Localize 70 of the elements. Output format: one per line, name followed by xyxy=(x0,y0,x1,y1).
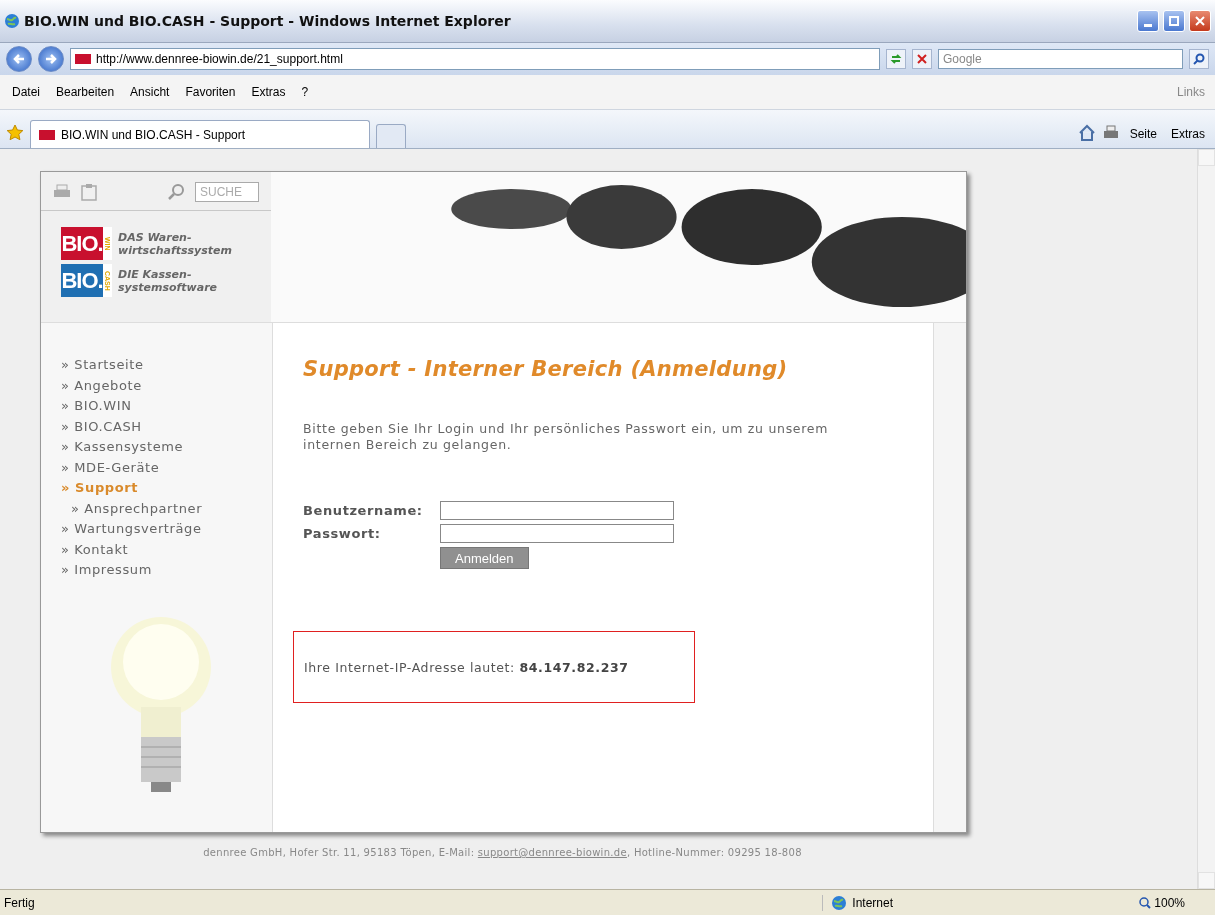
printer-icon[interactable] xyxy=(53,184,71,200)
browser-tab[interactable]: BIO.WIN und BIO.CASH - Support xyxy=(30,120,370,148)
search-button[interactable] xyxy=(1189,49,1209,69)
window-title: BIO.WIN und BIO.CASH - Support - Windows Internet Explorer xyxy=(24,13,512,29)
field-label: Passwort: xyxy=(303,526,382,541)
nav-link[interactable]: » Impressum xyxy=(61,560,272,581)
clipboard-icon[interactable] xyxy=(81,183,97,201)
input-field[interactable] xyxy=(440,524,674,543)
ip-address-text: Ihre Internet-IP-Adresse lautet: 84.147.82.237 xyxy=(304,659,629,675)
maximize-button[interactable] xyxy=(1163,10,1185,32)
nav-link[interactable]: » Startseite xyxy=(61,355,272,376)
address-field[interactable]: http://www.dennree-biowin.de/21_support.html xyxy=(70,48,880,70)
menu-item[interactable]: Bearbeiten xyxy=(48,83,123,101)
nav-link[interactable]: » Angebote xyxy=(61,375,272,396)
menu-item[interactable]: Favoriten xyxy=(177,83,244,101)
nav-link[interactable]: » Kassensysteme xyxy=(61,437,272,458)
globe-icon xyxy=(831,894,848,911)
zoom-button[interactable]: 100% xyxy=(1131,895,1215,910)
minimize-button[interactable] xyxy=(1137,10,1159,32)
nav-link[interactable]: » Ansprechpartner xyxy=(61,498,272,519)
stop-button[interactable] xyxy=(912,49,932,69)
email-link[interactable]: support@dennree-biowin.de xyxy=(477,847,627,858)
menu-item[interactable]: Ansicht xyxy=(122,83,178,101)
menu-item[interactable]: Extras xyxy=(243,83,294,101)
site-icon xyxy=(75,54,91,64)
logo-tagline: DAS Waren- xyxy=(118,230,193,244)
menu-item[interactable]: Datei xyxy=(4,83,48,101)
input-field[interactable] xyxy=(440,501,674,520)
intro-text: Bitte geben Sie Ihr Login und Ihr persönliches Passwort ein, um zu unserem internen Bereich zu gelangen. xyxy=(303,421,830,453)
links-label[interactable]: Links xyxy=(1177,85,1211,99)
nav-link[interactable]: » MDE-Geräte xyxy=(61,457,272,478)
refresh-button[interactable] xyxy=(886,49,906,69)
stop-icon xyxy=(917,54,927,64)
command-button[interactable]: Extras xyxy=(1167,120,1209,148)
search-field[interactable]: SUCHE xyxy=(195,182,259,202)
login-button[interactable]: Anmelden xyxy=(440,547,529,569)
minimize-icon xyxy=(1144,23,1152,27)
field-label: Benutzername: xyxy=(303,503,424,518)
page-heading: Support - Interner Bereich (Anmeldung) xyxy=(303,357,789,381)
logo-tagline: wirtschaftssystem xyxy=(118,243,232,257)
favorites-star-icon[interactable] xyxy=(6,124,24,142)
forward-arrow-icon xyxy=(44,52,58,66)
refresh-arrows-icon xyxy=(890,53,902,65)
search-field[interactable]: Google xyxy=(938,49,1183,69)
site-icon xyxy=(39,129,55,140)
zoom-icon xyxy=(1139,896,1152,909)
status-text: Fertig xyxy=(3,895,36,910)
nav-link[interactable]: » Wartungsverträge xyxy=(61,519,272,540)
logo-tagline: DIE Kassen- xyxy=(118,267,193,281)
browser-logo-icon xyxy=(4,13,20,29)
logo-tagline: systemsoftware xyxy=(118,280,218,294)
brand-logo: BIO. xyxy=(61,264,103,297)
footer-text: dennree GmbH, Hofer Str. 11, 95183 Töpen, E-Mail: support@dennree-biowin.de, Hotline-Nummer: 09295 18-808 xyxy=(202,847,803,858)
close-button[interactable] xyxy=(1189,10,1211,32)
back-arrow-icon xyxy=(12,52,26,66)
nav-link[interactable]: » Kontakt xyxy=(61,539,272,560)
home-icon[interactable] xyxy=(1077,124,1096,142)
back-button[interactable] xyxy=(6,46,32,72)
brand-logo: BIO. xyxy=(61,227,103,260)
search-icon xyxy=(1193,53,1205,65)
forward-button[interactable] xyxy=(38,46,64,72)
nav-link[interactable]: » BIO.WIN xyxy=(61,396,272,417)
scrollbar[interactable] xyxy=(1197,149,1215,889)
menu-item[interactable]: ? xyxy=(293,83,317,101)
nav-link[interactable]: » BIO.CASH xyxy=(61,416,272,437)
close-icon xyxy=(1195,16,1205,26)
command-button[interactable]: Seite xyxy=(1125,120,1161,148)
search-icon[interactable] xyxy=(167,183,185,201)
zone-label: Internet xyxy=(852,895,893,910)
maximize-icon xyxy=(1169,16,1179,26)
